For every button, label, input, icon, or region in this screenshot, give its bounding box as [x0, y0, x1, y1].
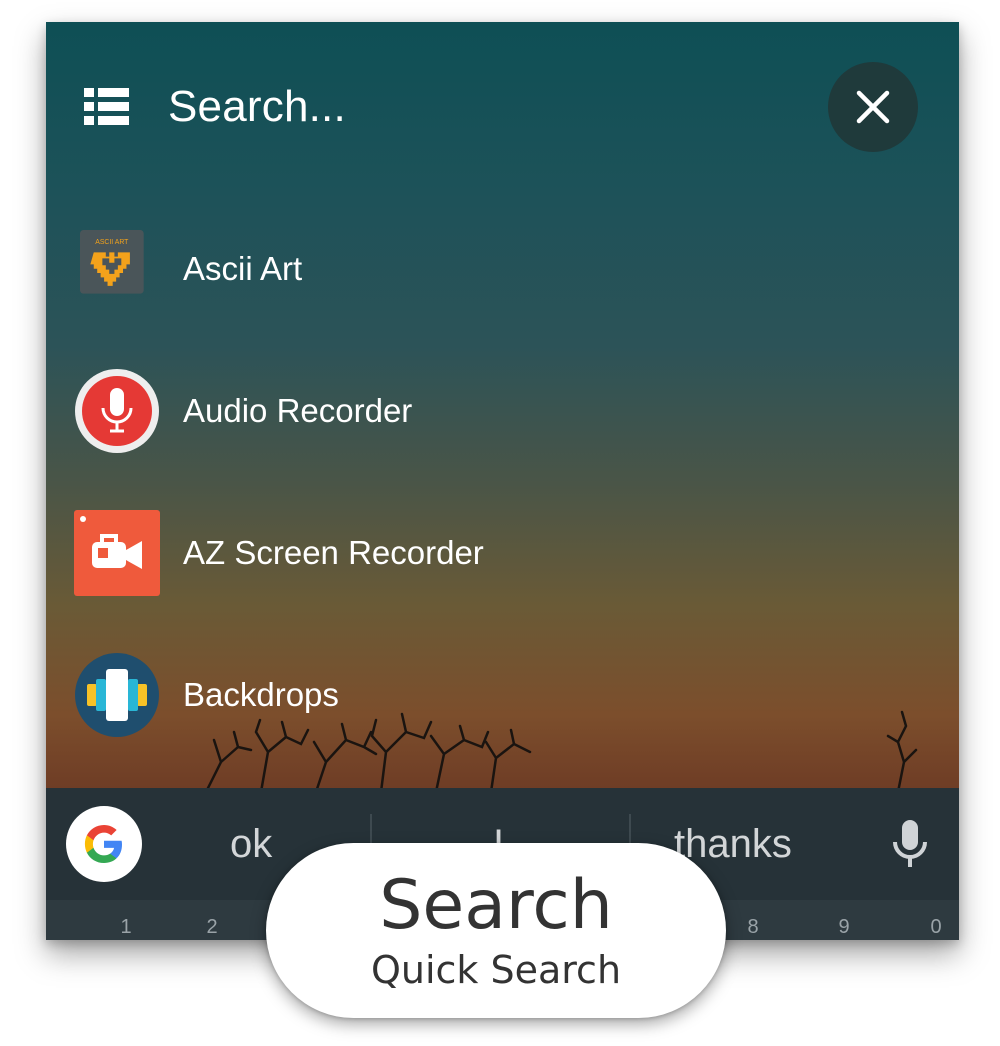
backdrops-icon [75, 653, 159, 737]
key-0[interactable]: 0 [924, 916, 948, 939]
feature-title: Search [379, 866, 613, 945]
key-2[interactable]: 2 [200, 916, 224, 939]
close-button[interactable] [828, 62, 918, 152]
phone-screen: Search... ASCII ART Ascii Art Audio Reco… [46, 22, 959, 940]
key-1[interactable]: 1 [114, 916, 138, 939]
google-button[interactable] [66, 806, 142, 882]
google-icon [84, 825, 122, 863]
search-bar[interactable]: Search... [46, 22, 959, 192]
feature-label-pill: Search Quick Search [266, 843, 726, 1018]
search-input[interactable]: Search... [168, 82, 346, 132]
list-icon[interactable] [84, 88, 129, 126]
az-screen-recorder-icon [74, 510, 160, 596]
mic-icon[interactable] [890, 818, 930, 870]
key-8[interactable]: 8 [741, 916, 765, 939]
app-label: Backdrops [183, 676, 339, 713]
app-label: Audio Recorder [183, 392, 413, 429]
list-item-audio-recorder[interactable]: Audio Recorder [46, 360, 959, 460]
ascii-art-icon: ASCII ART [80, 230, 144, 294]
app-label: Ascii Art [183, 250, 303, 287]
key-9[interactable]: 9 [832, 916, 856, 939]
feature-subtitle: Quick Search [370, 948, 622, 992]
ascii-art-icon-text: ASCII ART [95, 239, 129, 246]
list-item-ascii-art[interactable]: ASCII ART Ascii Art [46, 218, 959, 318]
audio-recorder-icon [75, 369, 159, 453]
close-icon [856, 90, 890, 124]
list-item-backdrops[interactable]: Backdrops [46, 644, 959, 744]
app-label: AZ Screen Recorder [183, 534, 484, 571]
suggestion-ok[interactable]: ok [230, 822, 272, 867]
list-item-az-screen-recorder[interactable]: AZ Screen Recorder [46, 502, 959, 602]
